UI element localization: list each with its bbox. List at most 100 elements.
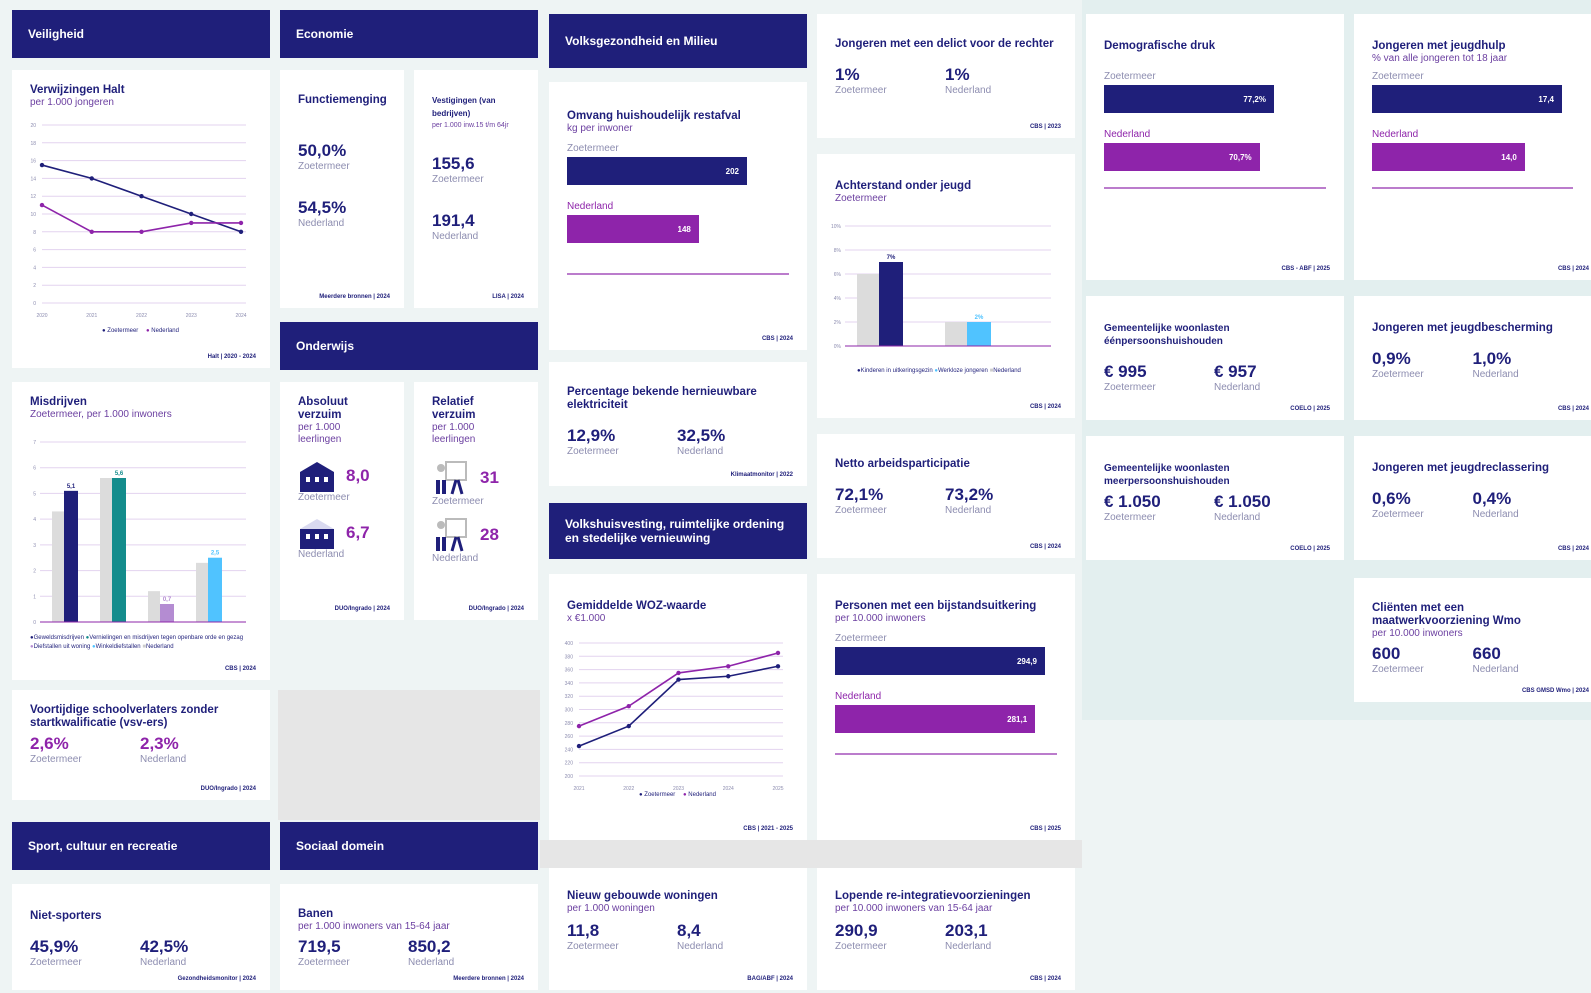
card-subtitle: Zoetermeer [835,193,887,204]
bar-nederland [100,478,112,622]
bar-zoetermeer: 294,9 [835,647,1045,675]
label-nederland: Nederland [945,941,992,952]
card-subtitle: per 10.000 inwoners van 15-64 jaar [835,903,993,914]
value-nederland: 54,5% [298,198,347,217]
card-jeugdbescherming: Jongeren met jeugdbescherming 0,9% Zoeter… [1354,296,1591,420]
bar-nederland: 70,7% [1104,143,1260,171]
data-point [39,202,45,208]
source-note: LISA | 2024 [492,294,524,300]
bar-diefstallen [160,604,174,622]
label-nederland: Nederland [1214,512,1261,523]
source-note: BAG/ABF | 2024 [747,976,793,982]
value-nederland: 660 [1472,644,1501,663]
legend-item: Geweldsmisdrijven [33,635,84,641]
value-nederland: 191,4 [432,211,475,230]
source-note: DUO/Ingrado | 2024 [468,606,524,612]
value-zoetermeer: 45,9% [30,937,79,956]
bar-werkloze [967,322,991,346]
bar-nederland [52,511,64,622]
data-point [626,703,631,709]
series-line-nederland [578,652,779,727]
label-nederland: Nederland [298,549,345,560]
value-zoetermeer: 8,0 [346,466,370,485]
card-title: Relatief verzuim [432,396,476,421]
y-tick-label: 16 [30,159,36,165]
data-label: 2,5 [211,551,220,557]
background-band [278,690,540,820]
data-point [576,743,582,749]
y-tick-label: 260 [565,734,574,740]
label-nederland: Nederland [432,231,479,242]
y-tick-label: 0 [33,301,36,307]
y-tick-label: 10% [831,224,842,230]
data-label: 7% [887,255,896,261]
data-point [676,677,681,682]
bar-zoetermeer: 202 [567,157,747,185]
card-title: Functiemenging [298,94,387,106]
label-zoetermeer: Zoetermeer [30,754,82,765]
label-nederland: Nederland [432,553,479,564]
source-note: CBS | 2024 [1029,404,1061,410]
label-zoetermeer: Zoetermeer [1372,664,1424,675]
source-note: Halt | 2020 - 2024 [207,354,256,360]
value-nederland: 42,5% [140,937,189,956]
y-tick-label: 4% [834,296,842,302]
label-zoetermeer: Zoetermeer [1372,71,1424,82]
source-note: CBS - ABF | 2025 [1281,266,1330,272]
y-tick-label: 2% [834,320,842,326]
x-tick-label: 2024 [235,313,246,319]
card-relatief-verzuim: Relatief verzuim per 1.000 leerlingen 31… [414,382,538,620]
card-title: Netto arbeidsparticipatie [835,458,970,470]
source-note: CBS | 2024 [1557,266,1589,272]
card-subtitle: per 1.000 inwoners van 15-64 jaar [298,921,450,932]
label-nederland: Nederland [140,957,187,968]
bar-nederland: 148 [567,215,699,243]
source-note: Meerdere bronnen | 2024 [453,976,524,982]
data-point [39,162,45,168]
label-zoetermeer: Zoetermeer [1104,512,1156,523]
card-title: Nieuw gebouwde woningen [567,890,718,902]
value-zoetermeer: 1% [835,65,860,84]
value-nederland: 203,1 [945,921,988,940]
data-point [726,674,731,679]
source-note: CBS | 2024 [1557,546,1589,552]
data-point [775,664,781,669]
card-title: Gemeentelijke woonlasten éénpersoonshuis… [1104,323,1230,347]
data-point [139,229,144,234]
card-title: Gemeentelijke woonlasten meerpersoonshui… [1104,463,1230,487]
value-nederland: 32,5% [677,426,726,445]
card-niet-sporters: Niet-sporters 45,9% Zoetermeer 42,5% Neder… [12,884,270,990]
legend-item: Kinderen in uitkeringsgezin [860,368,933,374]
legend-item: Nederland [993,368,1021,374]
y-tick-label: 6 [33,248,36,254]
section-header-sport: Sport, cultuur en recreatie [12,822,270,870]
data-point [676,670,681,676]
value-nederland: 28 [480,525,499,544]
x-tick-label: 2024 [723,786,734,792]
card-vsv: Voortijdige schoolverlaters zonder start… [12,690,270,800]
legend-item: Winkeldiefstallen [95,644,141,650]
bar-kinderen [879,262,903,346]
card-subtitle: kg per inwoner [567,123,633,134]
section-header-onderwijs: Onderwijs [280,322,538,370]
card-title: Vestigingen (van bedrijven) [432,96,496,118]
value-zoetermeer: 155,6 [432,154,475,173]
misdrijven-bar-chart: 0 1 2 3 4 5 6 7 5,1 5,6 0,7 2,5 [33,440,246,626]
card-title: Omvang huishoudelijk restafval [567,110,741,122]
card-subtitle: per 1.000 inw.15 t/m 64jr [432,122,509,129]
label-zoetermeer: Zoetermeer [567,446,619,457]
source-note: CBS | 2024 [1557,406,1589,412]
x-tick-label: 2021 [573,786,584,792]
baseline [1104,187,1326,189]
card-title: Gemiddelde WOZ-waarde [567,600,707,612]
source-note: DUO/Ingrado | 2024 [200,786,256,792]
data-point [726,664,731,669]
label-zoetermeer: Zoetermeer [1372,369,1424,380]
card-vestigingen: Vestigingen (van bedrijven) per 1.000 in… [414,70,538,308]
y-tick-label: 340 [565,681,574,687]
teacher-icon [436,461,467,495]
label-nederland: Nederland [677,446,724,457]
card-arbeidsparticipatie: Netto arbeidsparticipatie 72,1% Zoetermee… [817,434,1075,558]
value-nederland: 73,2% [945,485,994,504]
y-tick-label: 8% [834,248,842,254]
